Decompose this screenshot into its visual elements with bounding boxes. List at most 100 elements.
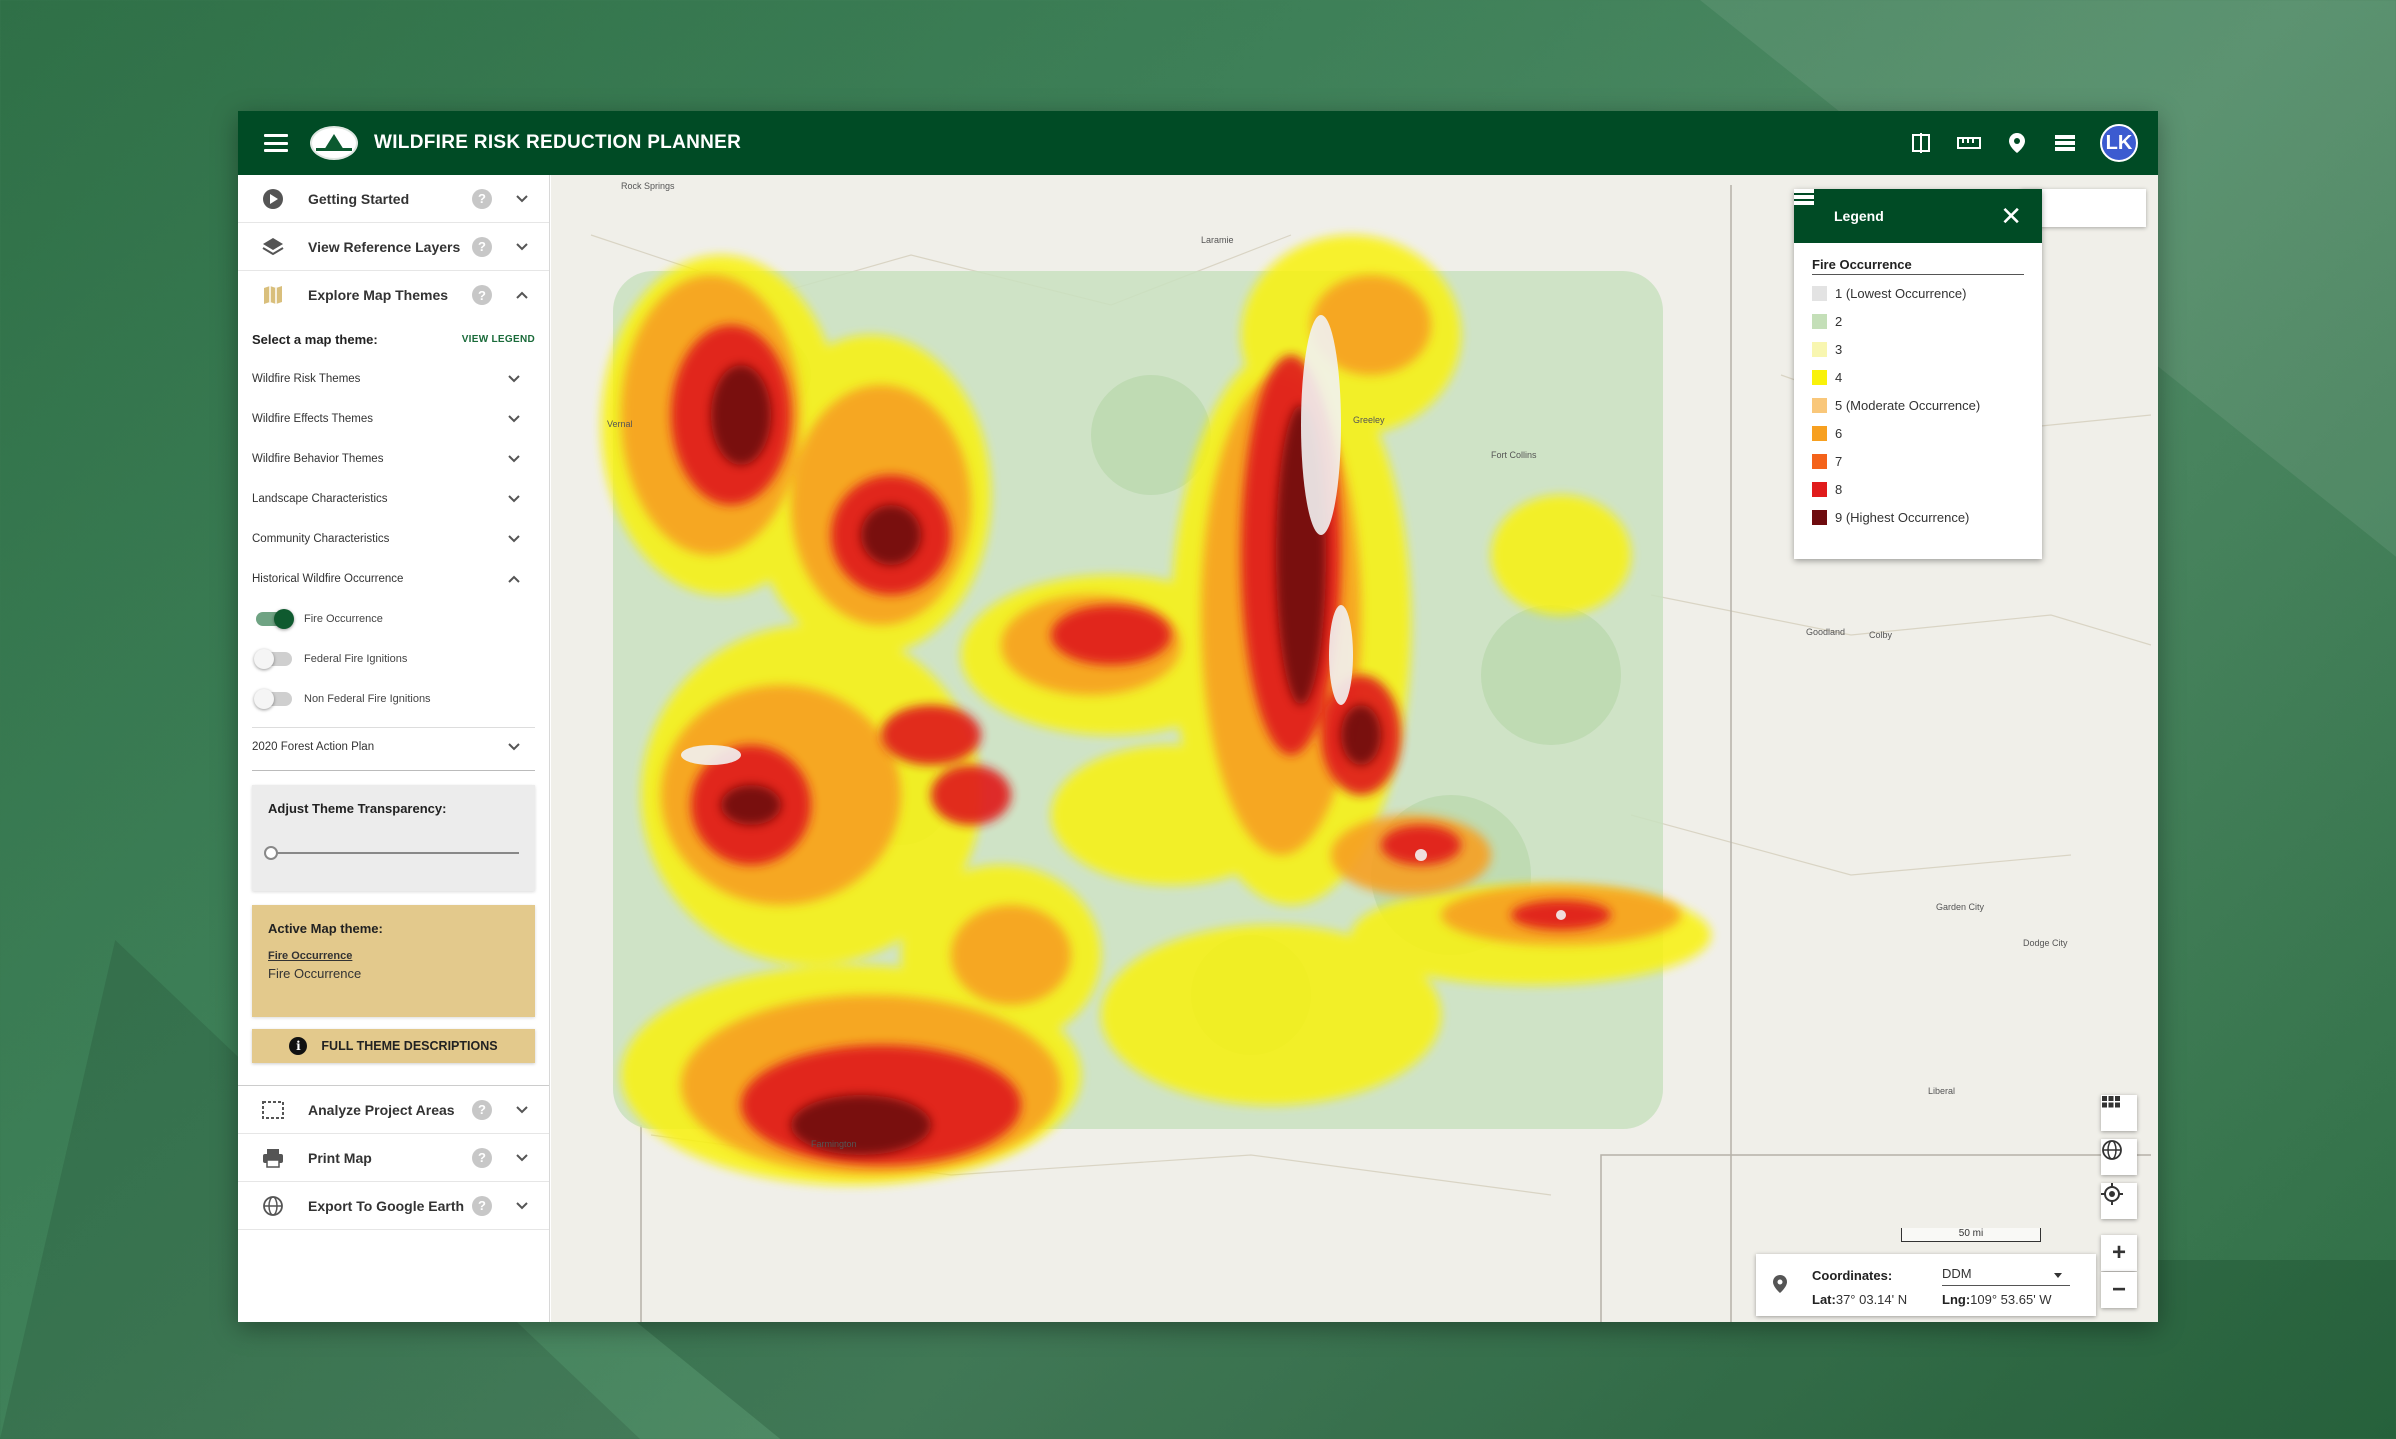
toggle-label: Non Federal Fire Ignitions xyxy=(304,693,431,705)
theme-wildfire-risk[interactable]: Wildfire Risk Themes xyxy=(238,359,549,399)
section-export-google-earth[interactable]: Export To Google Earth ? xyxy=(238,1182,549,1230)
chevron-down-icon xyxy=(508,375,520,383)
app-title: WILDFIRE RISK REDUCTION PLANNER xyxy=(374,132,742,153)
legend-header: Legend ✕ xyxy=(1794,189,2042,243)
theme-landscape[interactable]: Landscape Characteristics xyxy=(238,479,549,519)
legend-item: 4 xyxy=(1812,363,2024,391)
theme-prompt: Select a map theme: xyxy=(252,331,378,347)
theme-label: Historical Wildfire Occurrence xyxy=(252,573,404,585)
theme-label: Wildfire Risk Themes xyxy=(252,373,361,385)
theme-label: Community Characteristics xyxy=(252,533,390,545)
active-theme-link[interactable]: Fire Occurrence xyxy=(268,950,519,962)
legend-swatch xyxy=(1812,369,1827,385)
place-label: Goodland xyxy=(1806,627,1846,637)
chevron-up-icon xyxy=(508,575,520,583)
longitude-readout: Lng:109° 53.65' W xyxy=(1942,1292,2052,1307)
place-label: Colby xyxy=(1869,630,1893,640)
app-header: WILDFIRE RISK REDUCTION PLANNER LK xyxy=(238,111,2158,175)
chevron-down-icon[interactable] xyxy=(515,1103,529,1117)
locate-icon[interactable] xyxy=(2101,1183,2137,1219)
globe-icon xyxy=(262,1195,284,1217)
place-label: Greeley xyxy=(1353,415,1385,425)
swipe-compare-icon[interactable] xyxy=(1908,130,1934,156)
help-icon[interactable]: ? xyxy=(472,285,492,305)
legend-item-label: 3 xyxy=(1835,341,1843,357)
legend-layer-title: Fire Occurrence xyxy=(1812,257,2024,275)
help-icon[interactable]: ? xyxy=(472,236,492,257)
help-icon[interactable]: ? xyxy=(472,188,492,209)
legend-swatch xyxy=(1812,341,1827,357)
close-icon[interactable]: ✕ xyxy=(2000,203,2022,229)
section-explore-map-themes[interactable]: Explore Map Themes ? xyxy=(238,271,549,319)
section-label: Explore Map Themes xyxy=(308,287,449,303)
zoom-in-icon[interactable]: + xyxy=(2101,1235,2137,1271)
legend-item-label: 4 xyxy=(1835,369,1843,385)
measure-ruler-icon[interactable] xyxy=(1956,130,1982,156)
toggle-federal-ignitions[interactable]: Federal Fire Ignitions xyxy=(238,639,549,679)
transparency-label: Adjust Theme Transparency: xyxy=(268,801,447,816)
help-icon[interactable]: ? xyxy=(472,1195,492,1216)
place-label: Rock Springs xyxy=(621,181,675,191)
location-pin-icon[interactable] xyxy=(2004,130,2030,156)
legend-item: 9 (Highest Occurrence) xyxy=(1812,503,2024,531)
section-analyze-project-areas[interactable]: Analyze Project Areas ? xyxy=(238,1086,549,1134)
chevron-down-icon[interactable] xyxy=(515,192,529,206)
button-label: FULL THEME DESCRIPTIONS xyxy=(321,1039,498,1053)
chevron-down-icon xyxy=(508,743,520,751)
toggle-nonfederal-ignitions[interactable]: Non Federal Fire Ignitions xyxy=(238,679,549,719)
help-icon[interactable]: ? xyxy=(472,1099,492,1120)
section-getting-started[interactable]: Getting Started ? xyxy=(238,175,549,223)
active-theme-label: Active Map theme: xyxy=(268,921,383,936)
help-icon[interactable]: ? xyxy=(472,1147,492,1168)
play-circle-icon xyxy=(262,188,284,210)
theme-wildfire-effects[interactable]: Wildfire Effects Themes xyxy=(238,399,549,439)
legend-item-label: 9 (Highest Occurrence) xyxy=(1835,509,1970,525)
info-icon: i xyxy=(289,1037,308,1055)
legend-item: 2 xyxy=(1812,307,2024,335)
section-view-reference-layers[interactable]: View Reference Layers ? xyxy=(238,223,549,271)
toggle-fire-occurrence[interactable]: Fire Occurrence xyxy=(238,599,549,639)
avatar[interactable]: LK xyxy=(2100,124,2138,162)
theme-label: Landscape Characteristics xyxy=(252,493,388,505)
legend-item-label: 7 xyxy=(1835,453,1843,469)
toggle-switch[interactable] xyxy=(256,609,294,629)
theme-wildfire-behavior[interactable]: Wildfire Behavior Themes xyxy=(238,439,549,479)
view-legend-link[interactable]: VIEW LEGEND xyxy=(462,334,535,345)
layer-list-icon[interactable] xyxy=(2052,130,2078,156)
full-theme-descriptions-button[interactable]: i FULL THEME DESCRIPTIONS xyxy=(252,1029,535,1063)
transparency-slider[interactable] xyxy=(264,846,519,860)
legend-panel: Legend ✕ Fire Occurrence 1 (Lowest Occur… xyxy=(1794,189,2042,559)
chevron-down-icon[interactable] xyxy=(515,1151,529,1165)
list-icon xyxy=(1794,189,1814,205)
chevron-down-icon xyxy=(508,415,520,423)
legend-item-label: 5 (Moderate Occurrence) xyxy=(1835,397,1981,413)
zoom-out-icon[interactable]: − xyxy=(2101,1272,2137,1308)
chevron-down-icon[interactable] xyxy=(515,1199,529,1213)
legend-swatch xyxy=(1812,425,1827,441)
chevron-down-icon[interactable] xyxy=(515,240,529,254)
chevron-up-icon[interactable] xyxy=(515,288,529,302)
place-label: Farmington xyxy=(811,1139,857,1149)
legend-item: 8 xyxy=(1812,475,2024,503)
legend-item: 5 (Moderate Occurrence) xyxy=(1812,391,2024,419)
legend-item-label: 8 xyxy=(1835,481,1843,497)
active-theme-panel: Active Map theme: Fire Occurrence Fire O… xyxy=(252,905,535,1017)
place-label: Dodge City xyxy=(2023,938,2068,948)
basemap-grid-icon[interactable] xyxy=(2101,1095,2137,1131)
menu-icon[interactable] xyxy=(264,134,288,152)
slider-thumb[interactable] xyxy=(264,846,278,860)
toggle-switch[interactable] xyxy=(254,689,292,709)
map-view[interactable]: Rock Springs Laramie Vernal Goodland Col… xyxy=(551,175,2158,1322)
section-print-map[interactable]: Print Map ? xyxy=(238,1134,549,1182)
toggle-switch[interactable] xyxy=(254,649,292,669)
place-label: Fort Collins xyxy=(1491,450,1537,460)
theme-community[interactable]: Community Characteristics xyxy=(238,519,549,559)
coordinates-widget: Coordinates: DDM Lat:37° 03.14' N Lng:10… xyxy=(1756,1254,2096,1316)
section-label: View Reference Layers xyxy=(308,238,461,255)
theme-historical-occurrence[interactable]: Historical Wildfire Occurrence xyxy=(238,559,549,599)
theme-forest-action-plan[interactable]: 2020 Forest Action Plan xyxy=(238,728,549,766)
globe-icon[interactable] xyxy=(2101,1139,2137,1175)
sidebar: Getting Started ? View Reference Layers … xyxy=(238,175,550,1322)
layers-icon xyxy=(262,236,284,258)
coordinate-format-select[interactable]: DDM xyxy=(1942,1266,2070,1286)
